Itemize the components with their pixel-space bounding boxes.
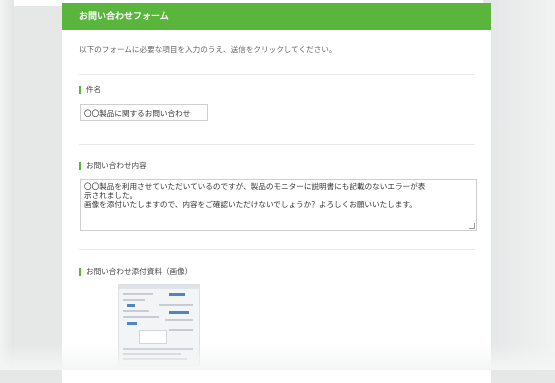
attachment-label-text: お問い合わせ添付資料（画像） [86,267,193,276]
thumbnail-line [123,316,159,318]
thumbnail-highlight [127,322,137,325]
page-background-left [0,0,14,370]
thumbnail-toolbar [119,285,199,289]
label-accent-bar [79,268,81,276]
form-instructions: 以下のフォームに必要な項目を入力のうえ、送信をクリックしてください。 [79,45,337,54]
attachment-label: お問い合わせ添付資料（画像） [79,267,192,277]
section-divider [79,249,475,250]
thumbnail-highlight [169,293,185,296]
page-background-right [483,0,555,370]
subject-label-text: 件名 [86,85,102,94]
contact-form-card: お問い合わせフォーム 以下のフォームに必要な項目を入力のうえ、送信をクリックして… [62,3,491,383]
thumbnail-highlight [127,304,135,307]
content-line: 示されました。 [84,191,138,200]
thumbnail-dialog [139,330,167,344]
label-accent-bar [79,86,81,94]
form-title: お問い合わせフォーム [79,12,169,22]
thumbnail-highlight [169,311,189,314]
thumbnail-line [159,304,193,306]
thumbnail-line [123,299,145,301]
section-divider [79,74,475,75]
label-accent-bar [79,162,81,170]
thumbnail-line [169,329,193,331]
content-label-text: お問い合わせ内容 [86,161,147,170]
resize-handle-icon[interactable] [469,223,475,229]
thumbnail-line [123,293,153,295]
form-header: お問い合わせフォーム [62,3,491,30]
thumbnail-line [123,310,149,312]
page-background-bottom [0,344,555,370]
thumbnail-line [165,319,193,321]
content-line: 画像を添付いたしますので、内容をご確認いただけないでしょうか？よろしくお願いいた… [84,200,417,209]
subject-input[interactable]: 〇〇製品に関するお問い合わせ [80,104,208,121]
content-label: お問い合わせ内容 [79,161,147,171]
section-divider [79,144,475,145]
subject-label: 件名 [79,85,101,95]
content-line: 〇〇製品を利用させていただいているのですが、製品のモニターに説明書にも記載のない… [84,182,426,191]
content-textarea[interactable]: 〇〇製品を利用させていただいているのですが、製品のモニターに説明書にも記載のない… [80,179,477,231]
